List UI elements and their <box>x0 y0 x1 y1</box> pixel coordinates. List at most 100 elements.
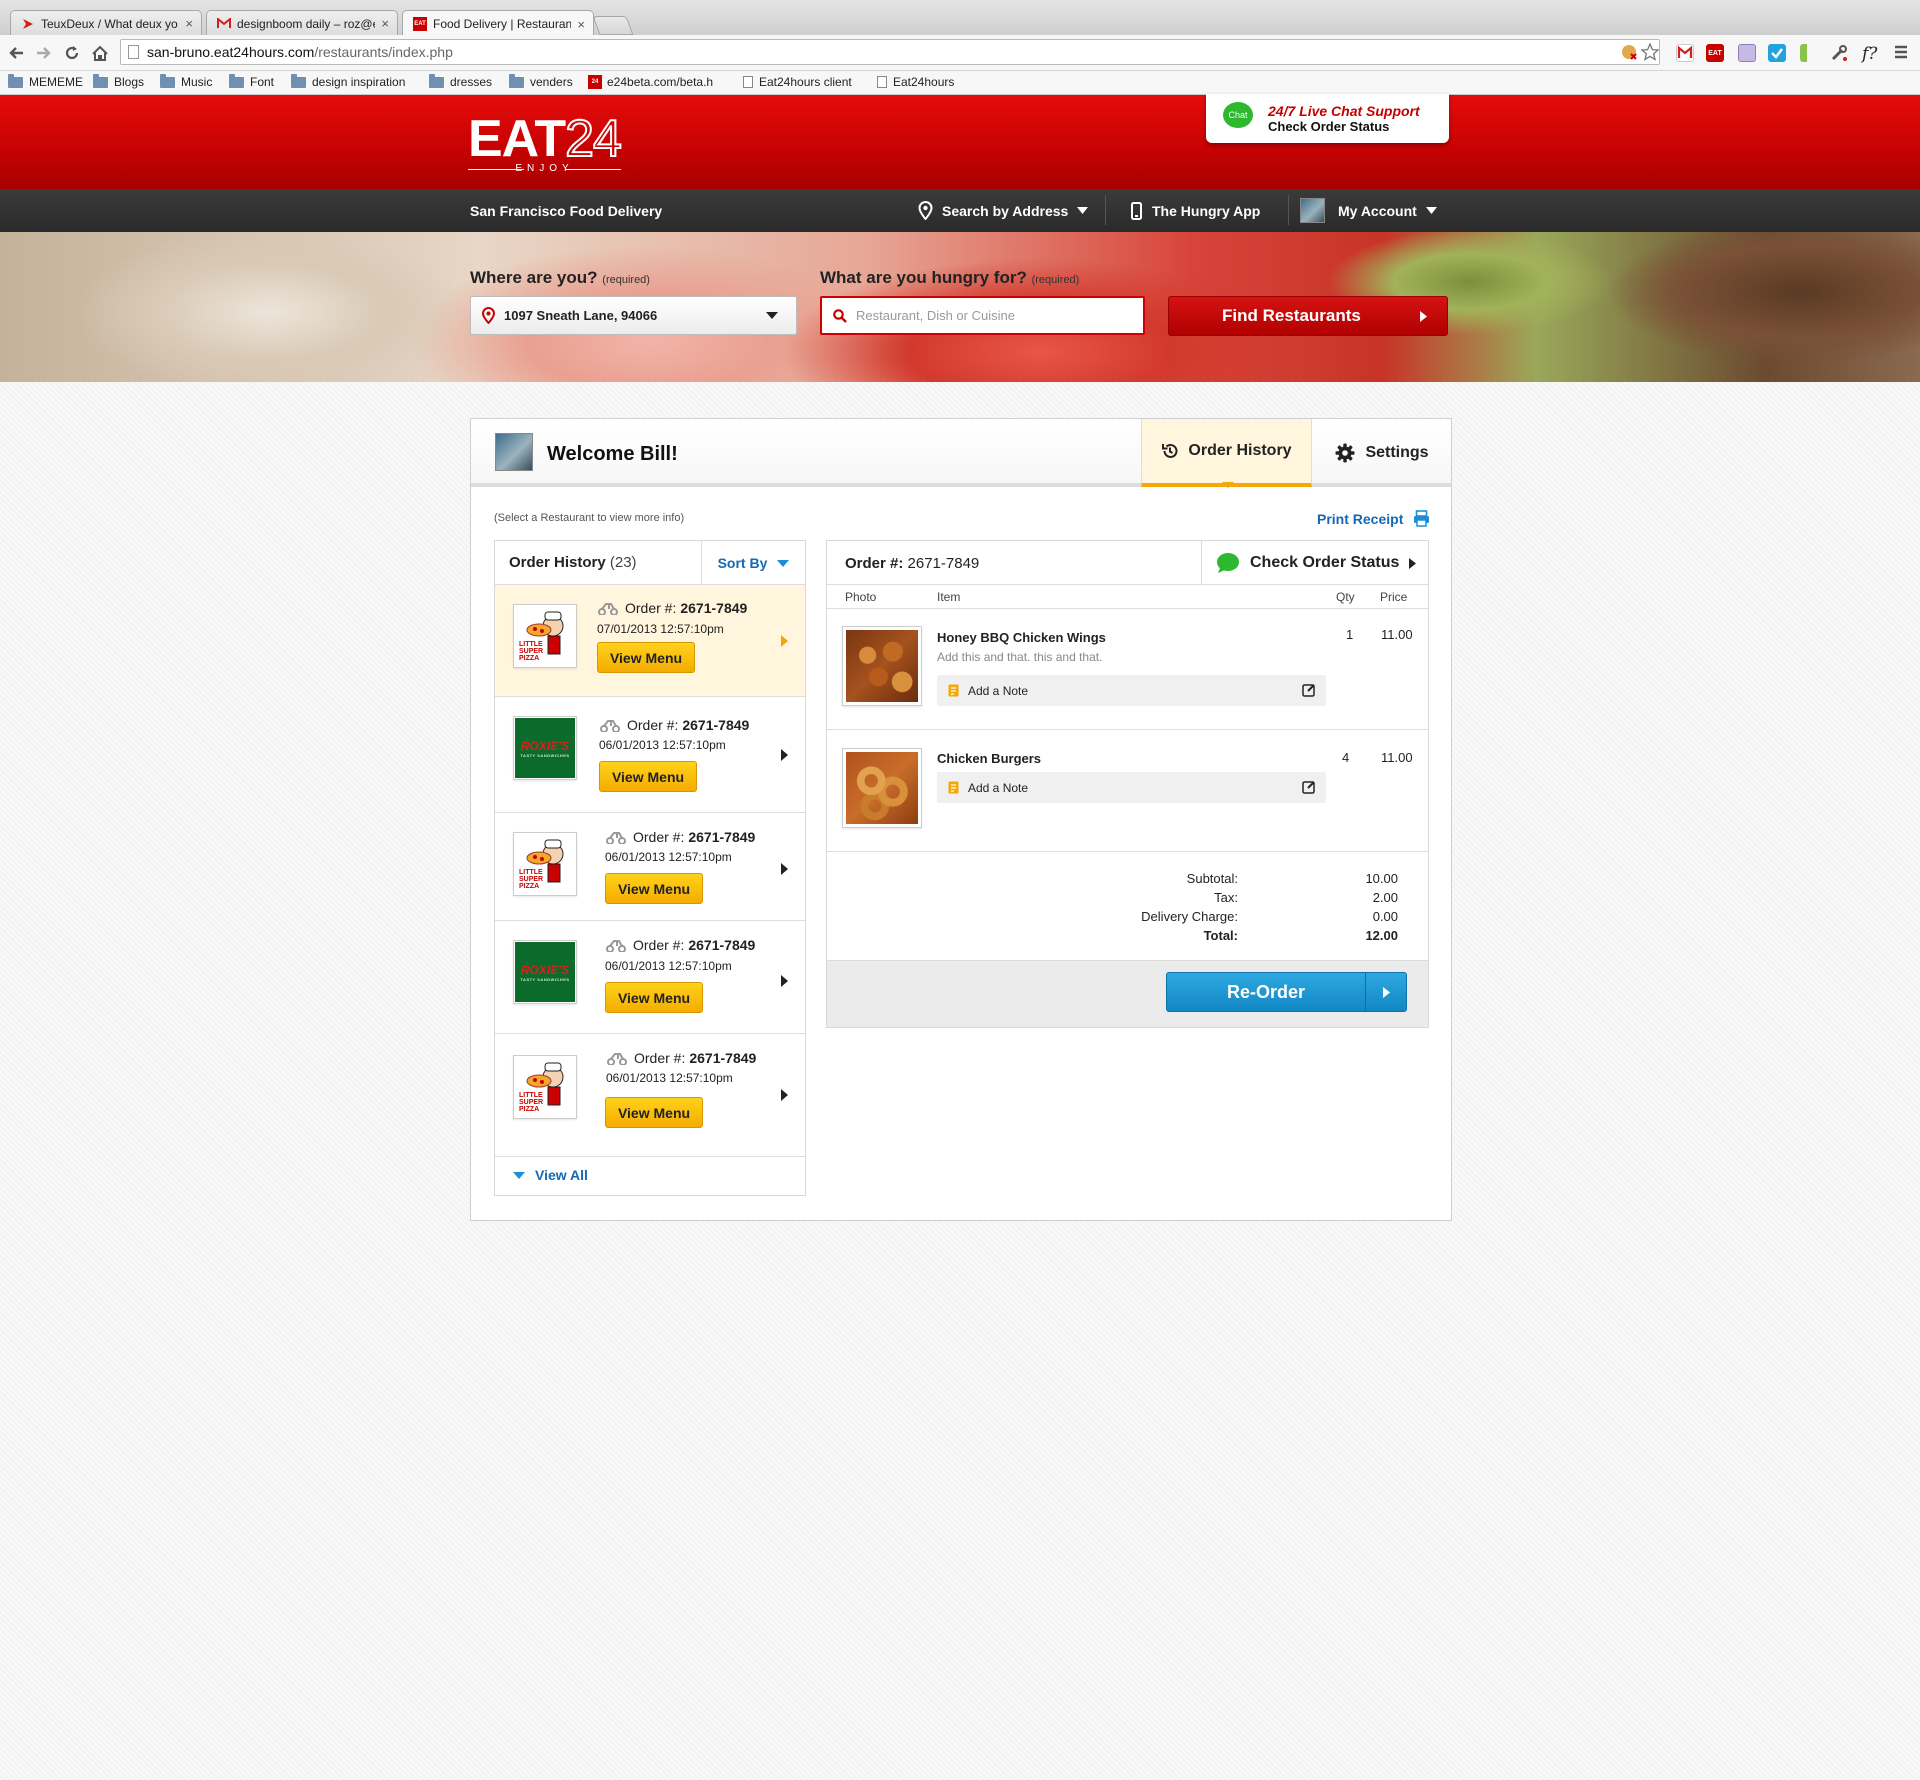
top-nav: San Francisco Food Delivery Search by Ad… <box>0 189 1920 232</box>
view-menu-button[interactable]: View Menu <box>605 873 703 904</box>
view-all-link[interactable]: View All <box>513 1167 588 1183</box>
order-row[interactable]: ROXIE'S TASTY SANDWICHES Order #: 2671-784… <box>495 921 805 1034</box>
roxies-logo-text: ROXIE'S <box>520 738 570 753</box>
live-chat-box[interactable]: Chat 24/7 Live Chat Support Check Order … <box>1206 94 1449 143</box>
wrench-extension-icon[interactable] <box>1830 44 1848 62</box>
edit-icon[interactable] <box>1302 780 1316 794</box>
folder-icon <box>8 73 23 88</box>
view-menu-button[interactable]: View Menu <box>597 642 695 673</box>
tab-order-history[interactable]: Order History <box>1141 419 1312 488</box>
bookmark-folder[interactable]: MEMEME <box>8 73 83 89</box>
order-date: 06/01/2013 12:57:10pm <box>599 738 726 752</box>
bookmark-folder[interactable]: Blogs <box>93 73 144 89</box>
col-photo: Photo <box>845 590 877 604</box>
view-menu-button[interactable]: View Menu <box>605 1097 703 1128</box>
new-tab-button[interactable] <box>592 16 634 35</box>
order-number: Order #: 2671-7849 <box>605 937 755 953</box>
address-bar[interactable]: san-bruno.eat24hours.com/restaurants/ind… <box>120 39 1660 65</box>
browser-tab-gmail[interactable]: designboom daily – roz@e × <box>206 10 398 36</box>
caret-right-icon <box>1420 311 1427 322</box>
bookmark-folder[interactable]: dresses <box>429 73 492 89</box>
bookmark-star-icon[interactable] <box>1641 43 1659 61</box>
edit-icon[interactable] <box>1302 683 1316 697</box>
order-number: Order #: 2671-7849 <box>597 600 747 616</box>
print-receipt-link[interactable]: Print Receipt <box>1317 510 1430 527</box>
order-row[interactable]: LITTLE SUPER PIZZA Order #: 2671-7849 06/01… <box>495 813 805 921</box>
reload-icon[interactable] <box>60 41 84 65</box>
chat-icon: Chat <box>1223 102 1253 128</box>
home-icon[interactable] <box>88 41 112 65</box>
address-select[interactable]: 1097 Sneath Lane, 94066 <box>470 296 797 335</box>
check-order-status-link[interactable]: Check Order Status <box>1268 119 1389 134</box>
order-history-title-text: Order History <box>509 554 606 571</box>
bookmark-page[interactable]: Eat24hours <box>877 75 954 89</box>
bars-extension-icon[interactable] <box>1800 44 1818 62</box>
order-items-header: Photo Item Qty Price <box>827 585 1428 609</box>
tab-settings[interactable]: Settings <box>1313 419 1451 487</box>
welcome-title: Welcome Bill! <box>547 443 678 465</box>
find-restaurants-button[interactable]: Find Restaurants <box>1168 296 1448 336</box>
bookmark-label: e24beta.com/beta.h <box>607 75 714 89</box>
view-menu-button[interactable]: View Menu <box>605 982 703 1013</box>
order-row[interactable]: LITTLE SUPER PIZZA Order #: 2671-7849 07/01… <box>495 585 805 697</box>
menu-icon[interactable] <box>1894 44 1912 62</box>
close-tab-icon[interactable]: × <box>381 16 389 31</box>
bookmark-folder[interactable]: design inspiration <box>291 73 405 89</box>
order-date: 06/01/2013 12:57:10pm <box>606 1071 733 1085</box>
close-tab-icon[interactable]: × <box>577 17 585 32</box>
order-row[interactable]: LITTLE SUPER PIZZA Order #: 2671-7849 06/01… <box>495 1034 805 1157</box>
reorder-button[interactable]: Re-Order <box>1166 972 1407 1012</box>
gmail-extension-icon[interactable] <box>1676 44 1694 62</box>
order-number: Order #: 2671-7849 <box>845 555 979 572</box>
notes-extension-icon[interactable] <box>1738 44 1756 62</box>
eat24-icon: 24 <box>588 75 602 89</box>
what-label-text: What are you hungry for? <box>820 268 1027 287</box>
bookmark-eat24[interactable]: 24 e24beta.com/beta.h <box>588 75 713 89</box>
my-account-menu[interactable]: My Account <box>1300 189 1437 232</box>
extension-blocked-icon[interactable] <box>1621 44 1637 60</box>
live-chat-link[interactable]: 24/7 Live Chat Support <box>1268 103 1420 119</box>
check-order-status-button[interactable]: Check Order Status <box>1201 541 1428 585</box>
bookmark-page[interactable]: Eat24hours client <box>743 75 852 89</box>
view-menu-button[interactable]: View Menu <box>599 761 697 792</box>
order-row[interactable]: ROXIE'S TASTY SANDWICHES Order #: 2671-784… <box>495 697 805 813</box>
tab-title: Food Delivery | Restaurant <box>433 17 572 31</box>
sort-by-dropdown[interactable]: Sort By <box>701 541 805 585</box>
printer-icon <box>1413 510 1430 527</box>
browser-tab-teuxdeux[interactable]: TeuxDeux / What deux yo × <box>10 10 202 36</box>
svg-text:PIZZA: PIZZA <box>519 655 539 662</box>
delivery-charge-value: 0.00 <box>1372 909 1398 924</box>
caret-right-icon <box>781 749 788 761</box>
food-search-placeholder: Restaurant, Dish or Cuisine <box>856 308 1015 323</box>
order-history-header: Order History (23) Sort By <box>495 541 805 585</box>
scooter-icon <box>605 938 627 952</box>
search-by-address-menu[interactable]: Search by Address <box>918 189 1089 232</box>
svg-text:SUPER: SUPER <box>519 648 543 655</box>
forward-icon[interactable] <box>32 41 56 65</box>
bookmark-label: Eat24hours client <box>759 75 852 89</box>
bookmark-folder[interactable]: Music <box>160 73 212 89</box>
add-note-field[interactable]: Add a Note <box>937 675 1326 706</box>
required-note: (required) <box>1031 274 1080 286</box>
order-no: 2671-7849 <box>680 600 748 616</box>
bookmark-label: venders <box>530 75 573 89</box>
bookmark-folder[interactable]: Font <box>229 73 274 89</box>
add-note-field[interactable]: Add a Note <box>937 772 1326 803</box>
bookmark-folder[interactable]: venders <box>509 73 573 89</box>
back-icon[interactable] <box>4 41 28 65</box>
order-count: (23) <box>609 554 637 571</box>
chat-icon-label: Chat <box>1228 110 1248 120</box>
twitter-extension-icon[interactable] <box>1768 44 1786 62</box>
close-tab-icon[interactable]: × <box>185 16 193 31</box>
bookmark-label: MEMEME <box>29 75 83 89</box>
item-price: 11.00 <box>1381 750 1413 765</box>
eat24-logo[interactable]: EAT24 ENJOY <box>468 112 623 174</box>
reorder-footer: Re-Order <box>827 961 1428 1027</box>
food-search-input[interactable]: Restaurant, Dish or Cuisine <box>820 296 1145 335</box>
order-number: Order #: 2671-7849 <box>605 829 755 845</box>
browser-tab-eat24[interactable]: EAT Food Delivery | Restaurant × <box>402 10 594 37</box>
hungry-app-link[interactable]: The Hungry App <box>1131 189 1260 232</box>
svg-text:SUPER: SUPER <box>519 876 543 883</box>
whatfont-extension-icon[interactable]: f? <box>1862 44 1880 64</box>
eat24-extension-icon[interactable]: EAT <box>1706 44 1724 62</box>
